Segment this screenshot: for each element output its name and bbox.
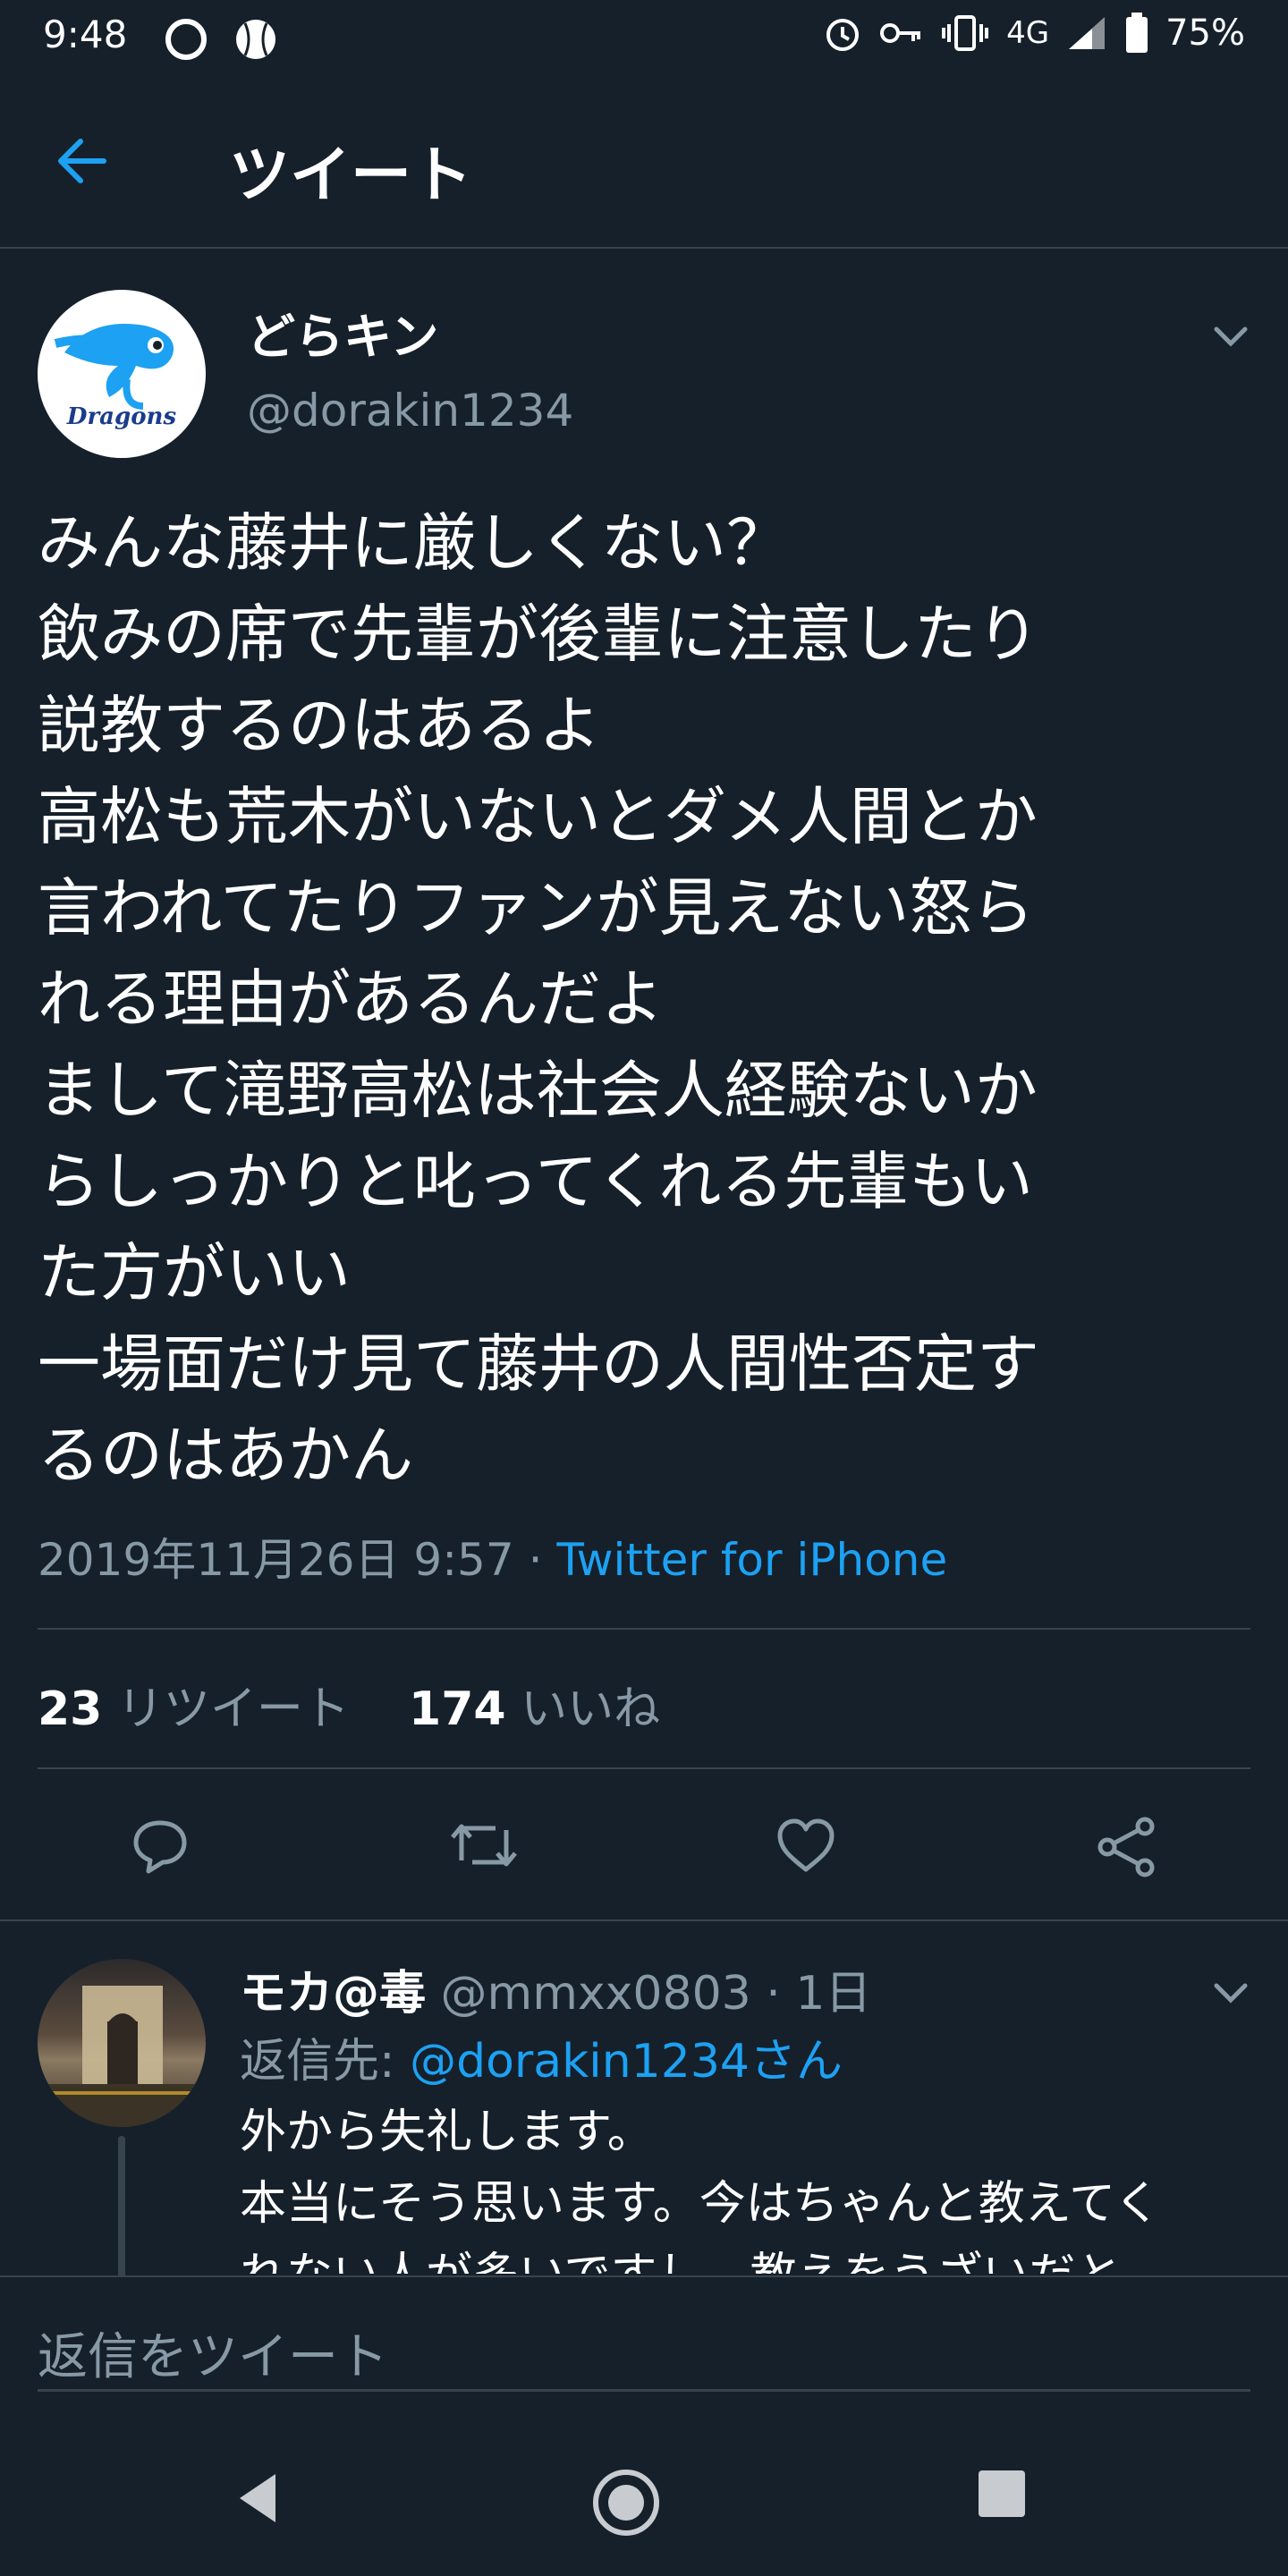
battery-level: 75% bbox=[1165, 13, 1245, 54]
tweet-meta: 2019年11月26日 9:57 · Twitter for iPhone bbox=[38, 1524, 947, 1589]
reply-icon[interactable] bbox=[131, 1816, 190, 1875]
reply-author-name[interactable]: モカ@毒 bbox=[240, 1967, 426, 2021]
status-bar: 9:48 4G 75% bbox=[0, 0, 1288, 73]
reply-author-meta: @mmxx0803 · 1日 bbox=[440, 1967, 872, 2021]
page-header: ツイート bbox=[0, 73, 1288, 249]
back-arrow-icon[interactable] bbox=[54, 132, 111, 190]
avatar[interactable]: Dragons bbox=[38, 290, 206, 458]
tweet-date: 2019年11月26日 9:57 bbox=[38, 1534, 514, 1586]
arch-photo-icon bbox=[38, 1986, 206, 2127]
divider bbox=[38, 1767, 1250, 1769]
vpn-key-icon bbox=[880, 23, 921, 43]
reply-to-prefix: 返信先: bbox=[240, 2035, 411, 2089]
nav-recents-icon[interactable] bbox=[975, 2467, 1029, 2521]
tweet-text: みんな藤井に厳しくない？ 飲みの席で先輩が後輩に注意したり 説教するのはあるよ … bbox=[38, 506, 1039, 1492]
nav-home-icon[interactable] bbox=[590, 2467, 662, 2538]
divider bbox=[0, 1919, 1288, 1921]
chevron-down-icon[interactable] bbox=[1209, 1971, 1252, 2014]
baseball-icon bbox=[236, 20, 275, 59]
retweets-stat[interactable]: 23 リツイート bbox=[38, 1682, 350, 1736]
reply-header: モカ@毒 @mmxx0803 · 1日 bbox=[240, 1955, 871, 2022]
retweets-count: 23 bbox=[38, 1682, 103, 1736]
author-handle[interactable]: @dorakin1234 bbox=[247, 385, 573, 436]
share-icon[interactable] bbox=[1095, 1816, 1157, 1878]
tweet-stats: 23 リツイート 174 いいね bbox=[38, 1671, 660, 1738]
assistant-icon bbox=[165, 19, 207, 60]
retweet-icon[interactable] bbox=[449, 1816, 519, 1875]
tweet-actions bbox=[0, 1780, 1288, 1923]
nav-back-icon[interactable] bbox=[229, 2467, 286, 2529]
chevron-down-icon[interactable] bbox=[1209, 315, 1252, 358]
retweets-label: リツイート bbox=[116, 1682, 350, 1736]
divider bbox=[38, 1628, 1250, 1630]
reply-avatar[interactable] bbox=[38, 1959, 206, 2127]
reply-to: 返信先: @dorakin1234さん bbox=[240, 2023, 843, 2090]
reply-text: 外から失礼します。 本当にそう思います。今はちゃんと教えてく れない人が多いです… bbox=[240, 2106, 1161, 2274]
battery-icon bbox=[1126, 13, 1148, 53]
vibrate-icon bbox=[942, 15, 989, 51]
reply-input[interactable]: 返信をツイート bbox=[38, 2317, 1250, 2392]
network-type: 4G bbox=[1006, 15, 1050, 51]
page-title: ツイート bbox=[229, 140, 473, 211]
author-name[interactable]: どらキン bbox=[247, 297, 438, 368]
reply-mention-link[interactable]: @dorakin1234さん bbox=[410, 2035, 843, 2089]
reply-composer: 返信をツイート bbox=[0, 2275, 1288, 2428]
likes-stat[interactable]: 174 いいね bbox=[409, 1682, 660, 1736]
status-right: 4G 75% bbox=[822, 13, 1245, 54]
avatar-logo-text: Dragons bbox=[66, 403, 177, 430]
tweet-source-link[interactable]: Twitter for iPhone bbox=[556, 1534, 947, 1586]
likes-count: 174 bbox=[409, 1682, 506, 1736]
system-nav-bar bbox=[0, 2428, 1288, 2576]
signal-icon bbox=[1069, 17, 1106, 49]
dragons-logo-icon: Dragons bbox=[54, 324, 177, 430]
likes-label: いいね bbox=[521, 1682, 661, 1736]
like-heart-icon[interactable] bbox=[775, 1816, 837, 1875]
alarm-icon bbox=[826, 19, 860, 51]
meta-separator: · bbox=[513, 1534, 557, 1586]
status-time: 9:48 bbox=[43, 13, 128, 56]
thread-line bbox=[118, 2136, 125, 2279]
